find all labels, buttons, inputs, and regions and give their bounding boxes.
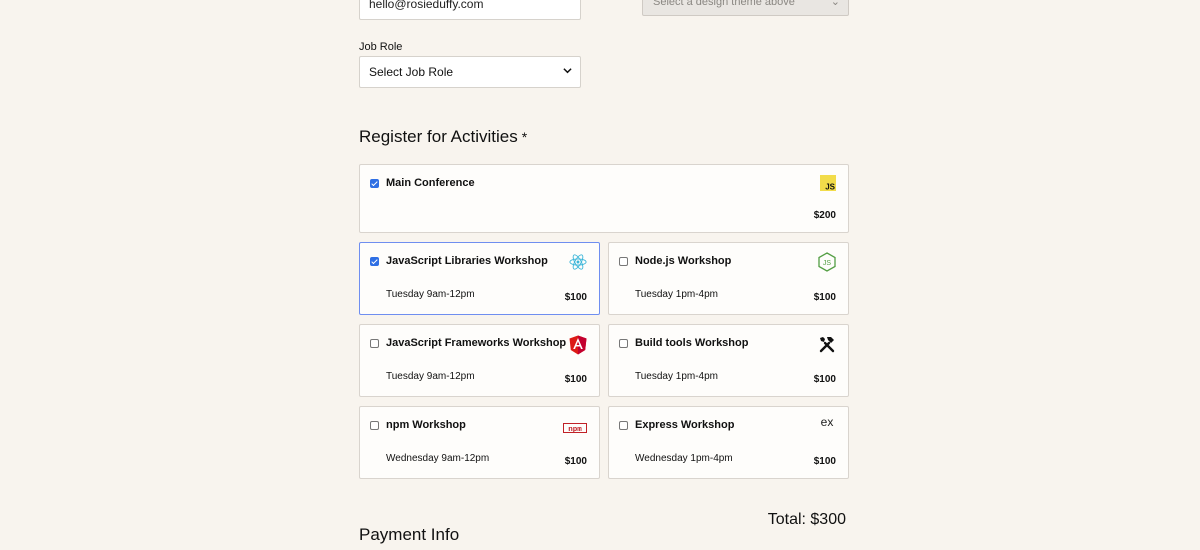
react-icon (569, 253, 587, 276)
npm-icon: npm (563, 420, 587, 438)
activity-card-js-libraries[interactable]: JavaScript Libraries Workshop Tuesday 9a… (359, 242, 600, 315)
checkbox[interactable] (619, 257, 628, 266)
activity-card-express[interactable]: Express Workshop ex Wednesday 1pm-4pm $1… (608, 406, 849, 479)
activity-time: Wednesday 1pm-4pm (635, 453, 733, 464)
activity-cost: $100 (813, 456, 836, 467)
activity-name: Build tools Workshop (635, 337, 749, 349)
activities-total: Total: $300 (767, 511, 846, 528)
activity-time: Tuesday 1pm-4pm (635, 371, 718, 382)
email-field[interactable]: hello@rosieduffy.com (359, 0, 581, 20)
svg-text:JS: JS (823, 260, 832, 267)
job-role-value: Select Job Role (369, 65, 454, 79)
activity-card-build-tools[interactable]: Build tools Workshop Tuesday 1pm-4pm $10… (608, 324, 849, 397)
activity-cost: $100 (813, 292, 836, 303)
email-value: hello@rosieduffy.com (369, 0, 484, 11)
payment-title: Payment Info (359, 525, 460, 544)
activity-time: Tuesday 9am-12pm (386, 371, 475, 382)
job-role-select[interactable]: Select Job Role (359, 56, 581, 88)
checkbox[interactable] (619, 421, 628, 430)
activity-cost: $100 (564, 456, 587, 467)
tools-icon (818, 335, 836, 358)
chevron-down-icon (563, 57, 572, 87)
activity-card-main-conference[interactable]: Main Conference JS $200 (359, 164, 849, 233)
job-role-label: Job Role (359, 41, 403, 53)
activity-name: JavaScript Libraries Workshop (386, 255, 548, 267)
activities-title: Register for Activities * (359, 127, 527, 147)
nodejs-icon: JS (818, 252, 836, 277)
svg-text:JS: JS (825, 183, 835, 192)
activity-card-npm[interactable]: npm Workshop npm Wednesday 9am-12pm $100 (359, 406, 600, 479)
activity-time: Tuesday 9am-12pm (386, 289, 475, 300)
checkbox[interactable] (370, 339, 379, 348)
checkbox[interactable] (370, 421, 379, 430)
activity-cost: $100 (813, 374, 836, 385)
color-select[interactable]: Select a design theme above ⌄ (642, 0, 849, 16)
chevron-down-icon: ⌄ (830, 0, 840, 8)
svg-text:ex: ex (821, 415, 834, 429)
svg-text:npm: npm (568, 426, 582, 433)
activity-time: Wednesday 9am-12pm (386, 453, 490, 464)
checkbox[interactable] (370, 257, 379, 266)
required-mark: * (521, 129, 528, 145)
activity-cost: $200 (813, 210, 836, 221)
angular-icon (569, 335, 587, 360)
checkbox[interactable] (370, 179, 379, 188)
activity-name: JavaScript Frameworks Workshop (386, 337, 567, 349)
activities-title-text: Register for Activities (359, 127, 518, 146)
activity-time: Tuesday 1pm-4pm (635, 289, 718, 300)
javascript-icon: JS (820, 175, 836, 196)
checkbox[interactable] (619, 339, 628, 348)
activity-name: Main Conference (386, 177, 475, 189)
express-icon: ex (818, 415, 836, 434)
activity-card-nodejs[interactable]: Node.js Workshop JS Tuesday 1pm-4pm $100 (608, 242, 849, 315)
activity-name: Node.js Workshop (635, 255, 732, 267)
activity-name: Express Workshop (635, 419, 735, 431)
activity-card-js-frameworks[interactable]: JavaScript Frameworks Workshop Tuesday 9… (359, 324, 600, 397)
color-select-placeholder: Select a design theme above (653, 0, 795, 8)
activity-name: npm Workshop (386, 419, 466, 431)
activity-cost: $100 (564, 292, 587, 303)
activity-cost: $100 (564, 374, 587, 385)
